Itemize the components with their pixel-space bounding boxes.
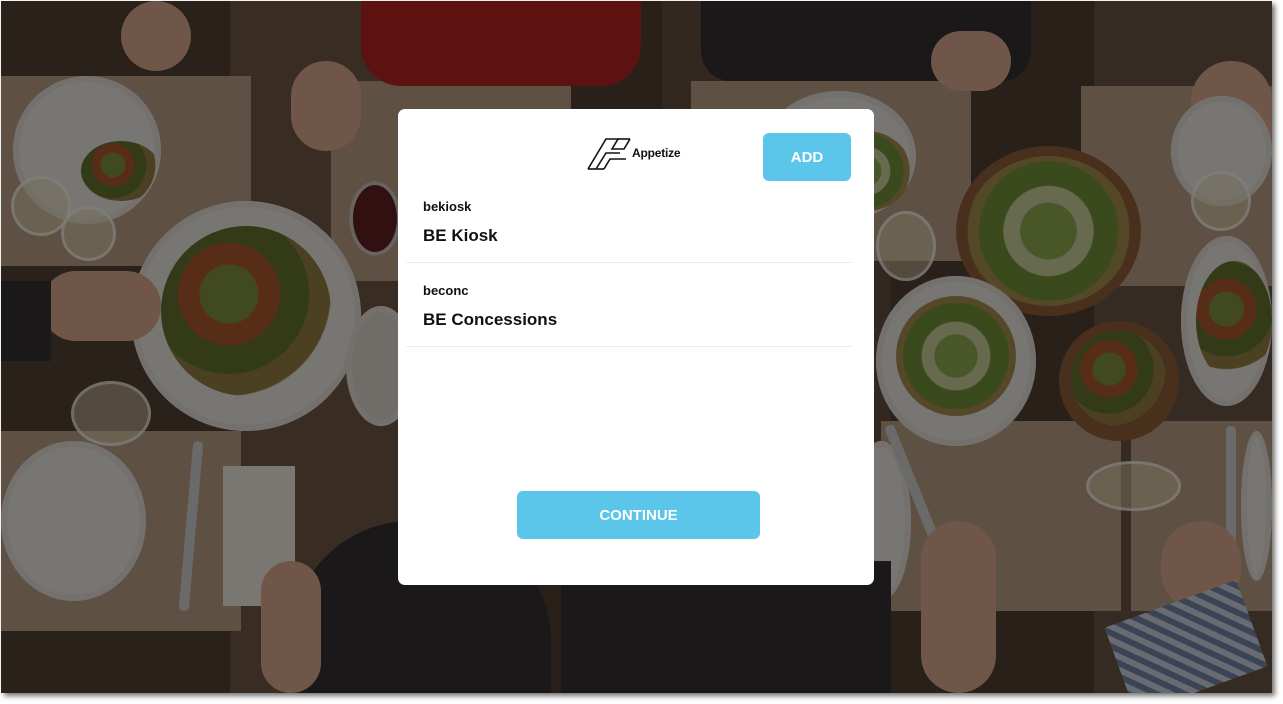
brand-logo: Appetize xyxy=(586,133,681,171)
venue-code: bekiosk xyxy=(423,199,472,214)
brand-name: Appetize xyxy=(632,146,681,160)
venue-list: bekiosk BE Kiosk beconc BE Concessions xyxy=(406,179,852,347)
venue-name: BE Kiosk xyxy=(423,226,498,245)
venue-item-beconc[interactable]: beconc BE Concessions xyxy=(406,263,852,347)
app-window: Appetize ADD bekiosk BE Kiosk beconc BE … xyxy=(1,1,1272,693)
venue-name: BE Concessions xyxy=(423,310,558,329)
add-button[interactable]: ADD xyxy=(763,133,851,181)
appetize-logo-icon xyxy=(586,133,634,171)
continue-button[interactable]: CONTINUE xyxy=(517,491,760,539)
venue-code: beconc xyxy=(423,283,469,298)
venue-select-dialog: Appetize ADD bekiosk BE Kiosk beconc BE … xyxy=(398,109,874,585)
venue-item-bekiosk[interactable]: bekiosk BE Kiosk xyxy=(406,179,852,263)
